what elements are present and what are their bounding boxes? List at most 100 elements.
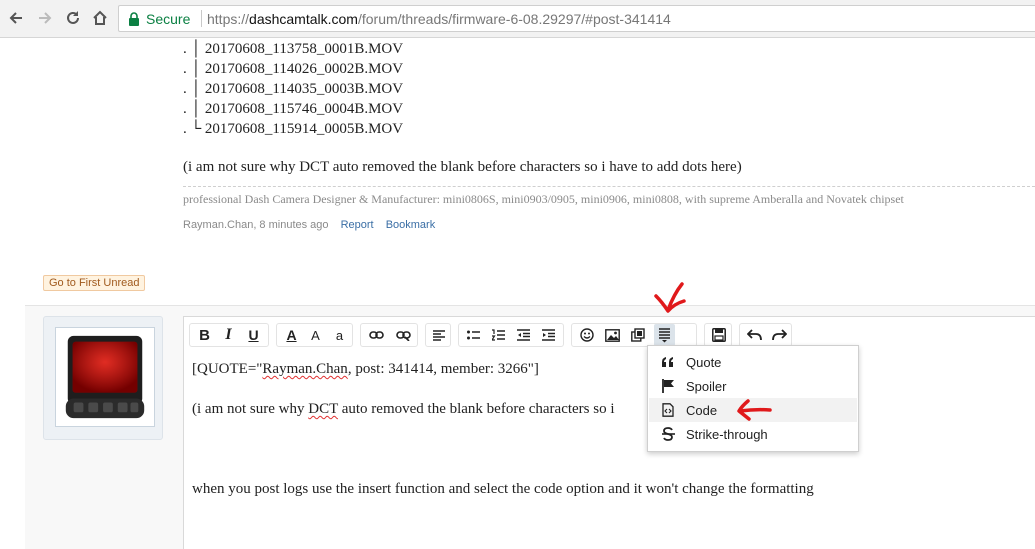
link-group — [360, 323, 418, 347]
code-icon — [655, 403, 681, 417]
redo-button[interactable] — [769, 324, 790, 346]
annotation-arrow-left-icon — [737, 399, 772, 421]
post-note: (i am not sure why DCT auto removed the … — [183, 159, 742, 175]
url-scheme: https:// — [207, 11, 250, 27]
align-left-icon — [432, 329, 445, 341]
image-button[interactable] — [602, 324, 623, 346]
undo-icon — [747, 329, 762, 341]
save-draft-button[interactable] — [708, 324, 729, 346]
menu-item-quote[interactable]: Quote — [649, 350, 857, 374]
forward-button[interactable] — [34, 7, 56, 29]
history-group — [739, 323, 792, 347]
url-text[interactable]: https://dashcamtalk.com/forum/threads/fi… — [207, 11, 671, 27]
annotation-arrow-down-icon — [654, 282, 686, 313]
menu-item-label: Quote — [686, 354, 722, 370]
file-line: . │ 20170608_114026_0002B.MOV — [183, 61, 404, 77]
bookmark-link[interactable]: Bookmark — [386, 219, 436, 231]
go-to-first-unread-button[interactable]: Go to First Unread — [43, 275, 146, 291]
undo-button[interactable] — [744, 324, 765, 346]
url-path: /forum/threads/firmware-6-08.29297/#post… — [357, 11, 671, 27]
file-line: . │ 20170608_114035_0003B.MOV — [183, 81, 404, 97]
unlink-button[interactable] — [393, 324, 414, 346]
media-button[interactable] — [628, 324, 649, 346]
text-style-group: B I U — [189, 323, 269, 347]
home-button[interactable] — [89, 7, 111, 29]
address-bar[interactable]: Secure https://dashcamtalk.com/forum/thr… — [118, 5, 1035, 32]
reply-editor[interactable]: B I U A A a [QUOTE="Rayman.Chan, post: 3… — [183, 316, 1035, 549]
unlink-icon — [396, 331, 411, 341]
font-color-button[interactable]: A — [281, 324, 302, 346]
font-group: A A a — [276, 323, 353, 347]
numbered-list-button[interactable] — [488, 324, 509, 346]
secure-label: Secure — [146, 11, 191, 27]
floppy-disk-icon — [711, 328, 726, 342]
file-line: . │ 20170608_115746_0004B.MOV — [183, 101, 404, 117]
editor-reply-text: when you post logs use the insert functi… — [192, 481, 814, 497]
editor-toolbar: B I U A A a — [184, 317, 1035, 353]
post-author-time[interactable]: Rayman.Chan, 8 minutes ago — [183, 219, 329, 231]
back-button[interactable] — [5, 7, 27, 29]
quote-tag-prefix: [QUOTE=" — [192, 361, 263, 377]
editor-quote-line: [QUOTE="Rayman.Chan, post: 341414, membe… — [192, 361, 539, 378]
underline-button[interactable]: U — [243, 324, 264, 346]
reload-button[interactable] — [62, 7, 84, 29]
strike-icon — [655, 427, 681, 441]
misspelled-word: DCT — [308, 401, 338, 417]
quick-reply-area: B I U A A a [QUOTE="Rayman.Chan, post: 3… — [25, 305, 1035, 549]
avatar-frame — [43, 316, 163, 440]
file-line: . │ 20170608_113758_0001B.MOV — [183, 41, 404, 57]
media-icon — [631, 328, 645, 342]
bullet-list-icon — [467, 330, 480, 339]
post-meta: Rayman.Chan, 8 minutes ago Report Bookma… — [183, 219, 435, 231]
home-icon — [93, 10, 107, 25]
browser-chrome: Secure https://dashcamtalk.com/forum/thr… — [0, 0, 1035, 38]
font-size-button[interactable]: A — [305, 324, 326, 346]
menu-item-label: Code — [686, 402, 718, 418]
url-host: dashcamtalk.com — [249, 11, 358, 27]
lock-icon — [129, 12, 139, 26]
redo-icon — [772, 329, 787, 341]
forum-page: . │ 20170608_113758_0001B.MOV . │ 201706… — [0, 39, 1035, 549]
forward-arrow-icon — [39, 12, 52, 24]
quote-icon — [655, 357, 681, 367]
reload-icon — [67, 11, 79, 24]
link-icon — [369, 331, 384, 339]
smiley-icon — [579, 328, 594, 342]
list-group — [458, 323, 564, 347]
link-button[interactable] — [366, 324, 387, 346]
quoted-text-start: (i am not sure why — [192, 401, 309, 417]
smilie-button[interactable] — [576, 324, 597, 346]
omnibox-separator — [201, 10, 202, 27]
outdent-button[interactable] — [513, 324, 534, 346]
insert-list-icon — [659, 328, 670, 343]
file-list: . │ 20170608_113758_0001B.MOV . │ 201706… — [183, 39, 403, 139]
flag-icon — [655, 379, 681, 393]
avatar[interactable] — [55, 327, 155, 427]
bold-button[interactable]: B — [194, 324, 215, 346]
file-line: . └ 20170608_115914_0005B.MOV — [183, 121, 404, 137]
quote-tag-rest: , post: 341414, member: 3266"] — [347, 361, 539, 377]
numbered-list-icon — [492, 329, 505, 341]
insert-group — [571, 323, 697, 347]
image-icon — [605, 328, 620, 342]
italic-button[interactable]: I — [218, 324, 239, 346]
align-button[interactable] — [428, 324, 449, 346]
indent-button[interactable] — [538, 324, 559, 346]
insert-menu-button[interactable] — [654, 324, 675, 346]
menu-item-label: Strike-through — [686, 426, 768, 442]
font-family-button[interactable]: a — [329, 324, 350, 346]
menu-item-label: Spoiler — [686, 378, 727, 394]
menu-item-strike-through[interactable]: Strike-through — [649, 422, 857, 446]
quote-author-name: Rayman.Chan — [262, 361, 348, 377]
signature-divider — [183, 186, 1035, 187]
report-link[interactable]: Report — [341, 219, 374, 231]
quoted-text-end: auto removed the blank before characters… — [337, 401, 615, 417]
save-group — [704, 323, 732, 347]
menu-item-spoiler[interactable]: Spoiler — [649, 374, 857, 398]
post-signature: professional Dash Camera Designer & Manu… — [183, 192, 904, 206]
bullet-list-button[interactable] — [463, 324, 484, 346]
indent-icon — [542, 329, 555, 341]
outdent-icon — [517, 329, 530, 341]
back-arrow-icon — [9, 12, 22, 24]
align-group — [425, 323, 451, 347]
